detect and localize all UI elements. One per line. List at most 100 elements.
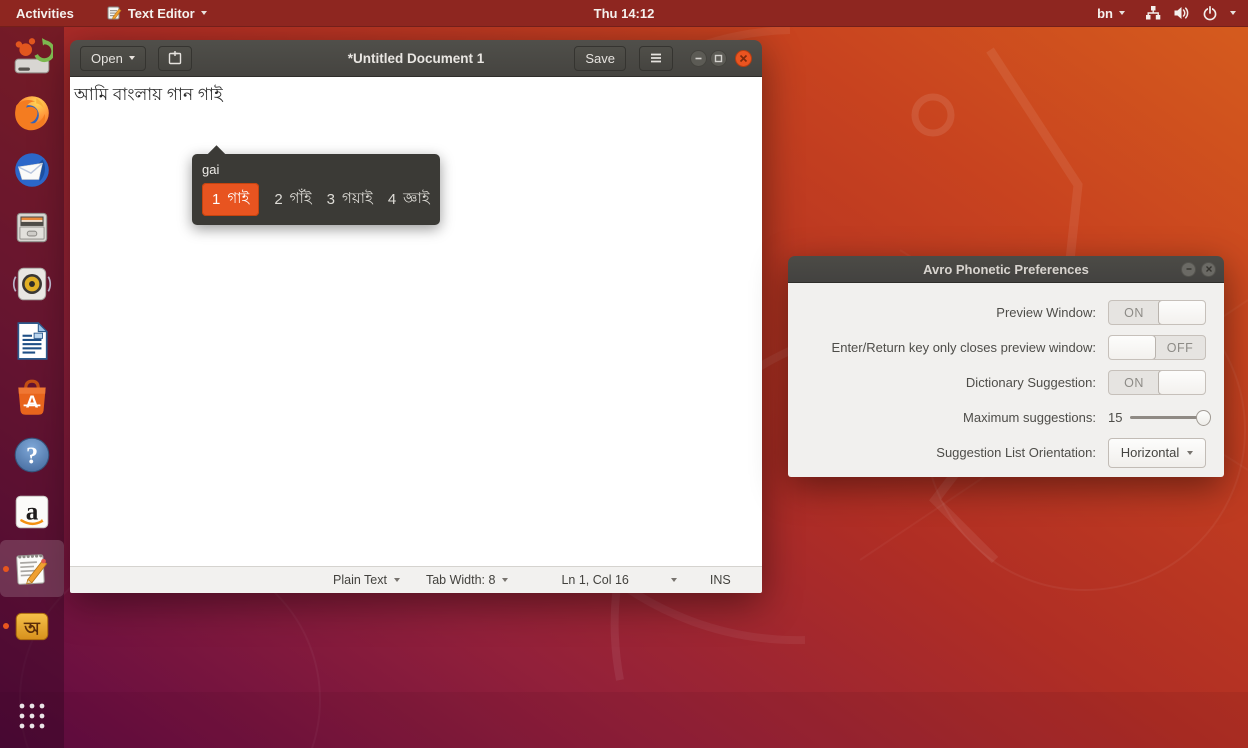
chevron-down-icon	[1187, 451, 1193, 455]
new-tab-icon	[167, 50, 183, 66]
dock-item-thunderbird[interactable]	[0, 141, 64, 198]
dock-item-rhythmbox[interactable]	[0, 255, 64, 312]
open-button[interactable]: Open	[80, 46, 146, 71]
statusbar-dropdown[interactable]	[671, 578, 677, 582]
minimize-button[interactable]	[690, 50, 707, 67]
dock-item-firefox[interactable]	[0, 84, 64, 141]
app-menu-label: Text Editor	[128, 6, 195, 21]
save-button-label: Save	[585, 51, 615, 66]
dictionary-suggestion-switch[interactable]: ON	[1108, 370, 1206, 395]
avro-bengali-glyph: অ	[23, 618, 41, 638]
language-mode-label: Plain Text	[333, 573, 387, 587]
orientation-dropdown[interactable]: Horizontal	[1108, 438, 1206, 468]
switch-knob	[1158, 300, 1206, 325]
chevron-down-icon	[1230, 11, 1236, 15]
system-status-area[interactable]	[1145, 5, 1236, 21]
app-grid-icon	[14, 698, 50, 734]
save-button[interactable]: Save	[574, 46, 626, 71]
suggestion-word: জ্ঞাই	[403, 187, 430, 212]
prefs-minimize-button[interactable]	[1181, 262, 1196, 277]
dock-item-files[interactable]	[0, 198, 64, 255]
pref-label: Suggestion List Orientation:	[798, 445, 1096, 460]
suggestion-item-4[interactable]: 4 জ্ঞাই	[388, 187, 430, 212]
show-applications-button[interactable]	[0, 687, 64, 744]
power-icon	[1202, 5, 1218, 21]
avro-keyboard-icon: অ	[11, 605, 53, 647]
hamburger-menu-icon	[649, 52, 663, 64]
typed-roman-text: gai	[202, 162, 430, 177]
pref-row-maximum-suggestions: Maximum suggestions: 15	[798, 400, 1208, 435]
prefs-close-button[interactable]	[1201, 262, 1216, 277]
clock-button[interactable]: Thu 14:12	[594, 6, 655, 21]
close-icon	[1205, 265, 1213, 273]
suggestion-index: 2	[274, 191, 282, 208]
app-menu-button[interactable]: Text Editor	[100, 0, 213, 27]
volume-icon	[1173, 5, 1190, 21]
gedit-window: Open *Untitled Document 1 Save	[70, 40, 762, 593]
pref-label: Preview Window:	[798, 305, 1096, 320]
tab-width-label: Tab Width: 8	[426, 573, 495, 587]
document-text: আমি বাংলায় গান গাই	[74, 82, 758, 110]
dock-item-software-updater[interactable]	[0, 27, 64, 84]
chevron-down-icon	[394, 578, 400, 582]
suggestion-word: গাঁই	[290, 187, 312, 212]
maximize-button[interactable]	[710, 50, 727, 67]
open-button-label: Open	[91, 51, 123, 66]
switch-knob	[1108, 335, 1156, 360]
dock-item-libreoffice-writer[interactable]	[0, 312, 64, 369]
preview-window-switch[interactable]: ON	[1108, 300, 1206, 325]
keyboard-layout-indicator[interactable]: bn	[1091, 0, 1131, 27]
insert-mode-label: INS	[710, 573, 731, 587]
avro-preferences-window: Avro Phonetic Preferences Preview Window…	[788, 256, 1224, 477]
libreoffice-writer-icon	[11, 320, 53, 362]
language-mode-selector[interactable]: Plain Text	[333, 573, 400, 587]
ubuntu-software-icon: A	[11, 377, 53, 419]
switch-state-label: ON	[1109, 376, 1159, 390]
enter-closes-preview-switch[interactable]: OFF	[1108, 335, 1206, 360]
suggestion-word: গাই	[227, 187, 249, 212]
dock-item-avro-keyboard[interactable]: অ	[0, 597, 64, 654]
cursor-position-button[interactable]: Ln 1, Col 16	[561, 573, 628, 587]
prefs-titlebar[interactable]: Avro Phonetic Preferences	[788, 256, 1224, 283]
pref-row-preview-window: Preview Window: ON	[798, 295, 1208, 330]
software-updater-icon	[11, 35, 53, 77]
dock-item-ubuntu-software[interactable]: A	[0, 369, 64, 426]
max-suggestions-slider[interactable]	[1130, 416, 1208, 419]
text-area[interactable]: আমি বাংলায় গান গাই gai 1 গাই 2 গাঁই 3 গ…	[70, 77, 762, 566]
gedit-headerbar[interactable]: Open *Untitled Document 1 Save	[70, 40, 762, 77]
switch-state-label: OFF	[1155, 341, 1205, 355]
insert-mode-indicator[interactable]: INS	[710, 573, 731, 587]
network-wired-icon	[1145, 5, 1161, 21]
gnome-top-bar: Activities Text Editor Thu 14:12 bn	[0, 0, 1248, 27]
activities-label: Activities	[16, 6, 74, 21]
dock-item-amazon[interactable]: a	[0, 483, 64, 540]
running-indicator-dot	[3, 566, 9, 572]
dock-item-text-editor[interactable]	[0, 540, 64, 597]
amazon-letter: a	[26, 498, 39, 525]
gedit-statusbar: Plain Text Tab Width: 8 Ln 1, Col 16 INS	[70, 566, 762, 593]
slider-thumb[interactable]	[1196, 410, 1211, 426]
suggestion-item-3[interactable]: 3 গয়াই	[327, 187, 373, 212]
menu-button[interactable]	[639, 46, 673, 71]
orientation-value: Horizontal	[1121, 445, 1180, 460]
suggestion-list: 1 গাই 2 গাঁই 3 গয়াই 4 জ্ঞাই	[202, 183, 430, 216]
avro-suggestion-popup: gai 1 গাই 2 গাঁই 3 গয়াই 4 জ্ঞাই	[192, 154, 440, 225]
suggestion-item-1[interactable]: 1 গাই	[202, 183, 259, 216]
prefs-window-title: Avro Phonetic Preferences	[788, 262, 1224, 277]
tab-width-selector[interactable]: Tab Width: 8	[426, 573, 508, 587]
help-question-glyph: ?	[26, 442, 38, 469]
minimize-icon	[1185, 265, 1193, 273]
suggestion-item-2[interactable]: 2 গাঁই	[274, 187, 311, 212]
switch-knob	[1158, 370, 1206, 395]
new-document-button[interactable]	[158, 46, 192, 71]
dock-item-help[interactable]: ?	[0, 426, 64, 483]
text-editor-mini-icon	[106, 5, 122, 21]
rhythmbox-icon	[11, 263, 53, 305]
chevron-down-icon	[201, 11, 207, 15]
close-button[interactable]	[735, 50, 752, 67]
max-suggestions-value: 15	[1108, 410, 1122, 425]
chevron-down-icon	[502, 578, 508, 582]
cursor-position-label: Ln 1, Col 16	[561, 573, 628, 587]
activities-button[interactable]: Activities	[10, 0, 80, 27]
text-editor-icon	[11, 548, 53, 590]
